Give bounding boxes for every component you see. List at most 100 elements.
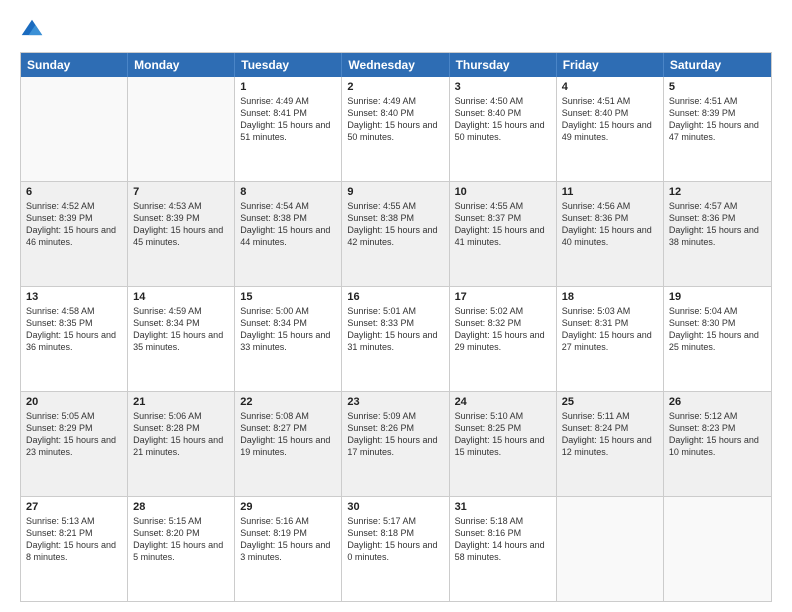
calendar-cell-1-6: 12 Sunrise: 4:57 AMSunset: 8:36 PMDayligh… bbox=[664, 182, 771, 286]
calendar-cell-0-0 bbox=[21, 77, 128, 181]
calendar-cell-1-1: 7 Sunrise: 4:53 AMSunset: 8:39 PMDaylight… bbox=[128, 182, 235, 286]
day-number: 8 bbox=[240, 186, 336, 198]
calendar-body: 1Sunrise: 4:49 AMSunset: 8:41 PMDaylight… bbox=[21, 77, 771, 601]
day-number: 26 bbox=[669, 396, 766, 408]
calendar-cell-3-0: 20Sunrise: 5:05 AMSunset: 8:29 PMDayligh… bbox=[21, 392, 128, 496]
day-number: 14 bbox=[133, 291, 229, 303]
header-day-monday: Monday bbox=[128, 53, 235, 77]
header-day-wednesday: Wednesday bbox=[342, 53, 449, 77]
cell-details: Sunrise: 5:17 AMSunset: 8:18 PMDaylight:… bbox=[347, 515, 443, 564]
cell-details: Sunrise: 5:10 AMSunset: 8:25 PMDaylight:… bbox=[455, 410, 551, 459]
logo bbox=[20, 18, 48, 42]
calendar-cell-4-6 bbox=[664, 497, 771, 601]
calendar-cell-0-1 bbox=[128, 77, 235, 181]
day-number: 28 bbox=[133, 501, 229, 513]
day-number: 3 bbox=[455, 81, 551, 93]
calendar-cell-3-3: 23Sunrise: 5:09 AMSunset: 8:26 PMDayligh… bbox=[342, 392, 449, 496]
cell-details: Sunrise: 4:53 AMSunset: 8:39 PMDaylight:… bbox=[133, 200, 229, 249]
cell-details: Sunrise: 5:11 AMSunset: 8:24 PMDaylight:… bbox=[562, 410, 658, 459]
calendar-cell-2-4: 17 Sunrise: 5:02 AMSunset: 8:32 PMDayligh… bbox=[450, 287, 557, 391]
calendar-cell-2-1: 14 Sunrise: 4:59 AMSunset: 8:34 PMDayligh… bbox=[128, 287, 235, 391]
day-number: 19 bbox=[669, 291, 766, 303]
day-number: 20 bbox=[26, 396, 122, 408]
cell-details: Sunrise: 4:57 AMSunset: 8:36 PMDaylight:… bbox=[669, 200, 766, 249]
calendar-header: SundayMondayTuesdayWednesdayThursdayFrid… bbox=[21, 53, 771, 77]
calendar-cell-1-4: 10 Sunrise: 4:55 AMSunset: 8:37 PMDayligh… bbox=[450, 182, 557, 286]
cell-details: Sunrise: 5:01 AMSunset: 8:33 PMDaylight:… bbox=[347, 305, 443, 354]
calendar-row-0: 1Sunrise: 4:49 AMSunset: 8:41 PMDaylight… bbox=[21, 77, 771, 182]
calendar-cell-4-2: 29 Sunrise: 5:16 AMSunset: 8:19 PMDayligh… bbox=[235, 497, 342, 601]
cell-details: Sunrise: 4:49 AMSunset: 8:41 PMDaylight:… bbox=[240, 95, 336, 144]
header-day-tuesday: Tuesday bbox=[235, 53, 342, 77]
header-day-saturday: Saturday bbox=[664, 53, 771, 77]
cell-details: Sunrise: 4:52 AMSunset: 8:39 PMDaylight:… bbox=[26, 200, 122, 249]
calendar-row-1: 6 Sunrise: 4:52 AMSunset: 8:39 PMDaylight… bbox=[21, 182, 771, 287]
cell-details: Sunrise: 5:16 AMSunset: 8:19 PMDaylight:… bbox=[240, 515, 336, 564]
day-number: 6 bbox=[26, 186, 122, 198]
day-number: 11 bbox=[562, 186, 658, 198]
cell-details: Sunrise: 4:49 AMSunset: 8:40 PMDaylight:… bbox=[347, 95, 443, 144]
cell-details: Sunrise: 5:02 AMSunset: 8:32 PMDaylight:… bbox=[455, 305, 551, 354]
day-number: 2 bbox=[347, 81, 443, 93]
header bbox=[20, 18, 772, 42]
calendar-cell-3-1: 21 Sunrise: 5:06 AMSunset: 8:28 PMDayligh… bbox=[128, 392, 235, 496]
calendar-row-4: 27Sunrise: 5:13 AMSunset: 8:21 PMDayligh… bbox=[21, 497, 771, 601]
calendar-cell-1-3: 9Sunrise: 4:55 AMSunset: 8:38 PMDaylight… bbox=[342, 182, 449, 286]
cell-details: Sunrise: 4:50 AMSunset: 8:40 PMDaylight:… bbox=[455, 95, 551, 144]
cell-details: Sunrise: 5:04 AMSunset: 8:30 PMDaylight:… bbox=[669, 305, 766, 354]
calendar-cell-2-5: 18 Sunrise: 5:03 AMSunset: 8:31 PMDayligh… bbox=[557, 287, 664, 391]
cell-details: Sunrise: 5:08 AMSunset: 8:27 PMDaylight:… bbox=[240, 410, 336, 459]
day-number: 9 bbox=[347, 186, 443, 198]
day-number: 5 bbox=[669, 81, 766, 93]
cell-details: Sunrise: 4:59 AMSunset: 8:34 PMDaylight:… bbox=[133, 305, 229, 354]
day-number: 4 bbox=[562, 81, 658, 93]
day-number: 22 bbox=[240, 396, 336, 408]
calendar-row-3: 20Sunrise: 5:05 AMSunset: 8:29 PMDayligh… bbox=[21, 392, 771, 497]
calendar: SundayMondayTuesdayWednesdayThursdayFrid… bbox=[20, 52, 772, 602]
day-number: 7 bbox=[133, 186, 229, 198]
day-number: 18 bbox=[562, 291, 658, 303]
cell-details: Sunrise: 5:12 AMSunset: 8:23 PMDaylight:… bbox=[669, 410, 766, 459]
calendar-cell-4-3: 30 Sunrise: 5:17 AMSunset: 8:18 PMDayligh… bbox=[342, 497, 449, 601]
day-number: 31 bbox=[455, 501, 551, 513]
logo-icon bbox=[20, 18, 44, 42]
cell-details: Sunrise: 5:09 AMSunset: 8:26 PMDaylight:… bbox=[347, 410, 443, 459]
calendar-cell-2-0: 13Sunrise: 4:58 AMSunset: 8:35 PMDayligh… bbox=[21, 287, 128, 391]
header-day-thursday: Thursday bbox=[450, 53, 557, 77]
cell-details: Sunrise: 4:56 AMSunset: 8:36 PMDaylight:… bbox=[562, 200, 658, 249]
calendar-cell-0-3: 2 Sunrise: 4:49 AMSunset: 8:40 PMDaylight… bbox=[342, 77, 449, 181]
calendar-cell-0-2: 1Sunrise: 4:49 AMSunset: 8:41 PMDaylight… bbox=[235, 77, 342, 181]
cell-details: Sunrise: 5:03 AMSunset: 8:31 PMDaylight:… bbox=[562, 305, 658, 354]
cell-details: Sunrise: 5:15 AMSunset: 8:20 PMDaylight:… bbox=[133, 515, 229, 564]
day-number: 10 bbox=[455, 186, 551, 198]
day-number: 12 bbox=[669, 186, 766, 198]
cell-details: Sunrise: 5:00 AMSunset: 8:34 PMDaylight:… bbox=[240, 305, 336, 354]
calendar-cell-2-3: 16 Sunrise: 5:01 AMSunset: 8:33 PMDayligh… bbox=[342, 287, 449, 391]
calendar-cell-1-5: 11 Sunrise: 4:56 AMSunset: 8:36 PMDayligh… bbox=[557, 182, 664, 286]
calendar-row-2: 13Sunrise: 4:58 AMSunset: 8:35 PMDayligh… bbox=[21, 287, 771, 392]
calendar-cell-2-6: 19 Sunrise: 5:04 AMSunset: 8:30 PMDayligh… bbox=[664, 287, 771, 391]
calendar-cell-2-2: 15Sunrise: 5:00 AMSunset: 8:34 PMDayligh… bbox=[235, 287, 342, 391]
day-number: 16 bbox=[347, 291, 443, 303]
calendar-cell-0-5: 4Sunrise: 4:51 AMSunset: 8:40 PMDaylight… bbox=[557, 77, 664, 181]
cell-details: Sunrise: 4:51 AMSunset: 8:39 PMDaylight:… bbox=[669, 95, 766, 144]
calendar-cell-4-4: 31 Sunrise: 5:18 AMSunset: 8:16 PMDayligh… bbox=[450, 497, 557, 601]
cell-details: Sunrise: 4:55 AMSunset: 8:37 PMDaylight:… bbox=[455, 200, 551, 249]
calendar-cell-1-2: 8Sunrise: 4:54 AMSunset: 8:38 PMDaylight… bbox=[235, 182, 342, 286]
day-number: 30 bbox=[347, 501, 443, 513]
day-number: 21 bbox=[133, 396, 229, 408]
cell-details: Sunrise: 5:18 AMSunset: 8:16 PMDaylight:… bbox=[455, 515, 551, 564]
calendar-cell-3-6: 26 Sunrise: 5:12 AMSunset: 8:23 PMDayligh… bbox=[664, 392, 771, 496]
calendar-cell-0-6: 5 Sunrise: 4:51 AMSunset: 8:39 PMDaylight… bbox=[664, 77, 771, 181]
day-number: 29 bbox=[240, 501, 336, 513]
cell-details: Sunrise: 4:58 AMSunset: 8:35 PMDaylight:… bbox=[26, 305, 122, 354]
day-number: 27 bbox=[26, 501, 122, 513]
page: SundayMondayTuesdayWednesdayThursdayFrid… bbox=[0, 0, 792, 612]
calendar-cell-3-4: 24 Sunrise: 5:10 AMSunset: 8:25 PMDayligh… bbox=[450, 392, 557, 496]
cell-details: Sunrise: 5:06 AMSunset: 8:28 PMDaylight:… bbox=[133, 410, 229, 459]
calendar-cell-4-1: 28 Sunrise: 5:15 AMSunset: 8:20 PMDayligh… bbox=[128, 497, 235, 601]
header-day-friday: Friday bbox=[557, 53, 664, 77]
day-number: 17 bbox=[455, 291, 551, 303]
day-number: 24 bbox=[455, 396, 551, 408]
calendar-cell-3-2: 22 Sunrise: 5:08 AMSunset: 8:27 PMDayligh… bbox=[235, 392, 342, 496]
